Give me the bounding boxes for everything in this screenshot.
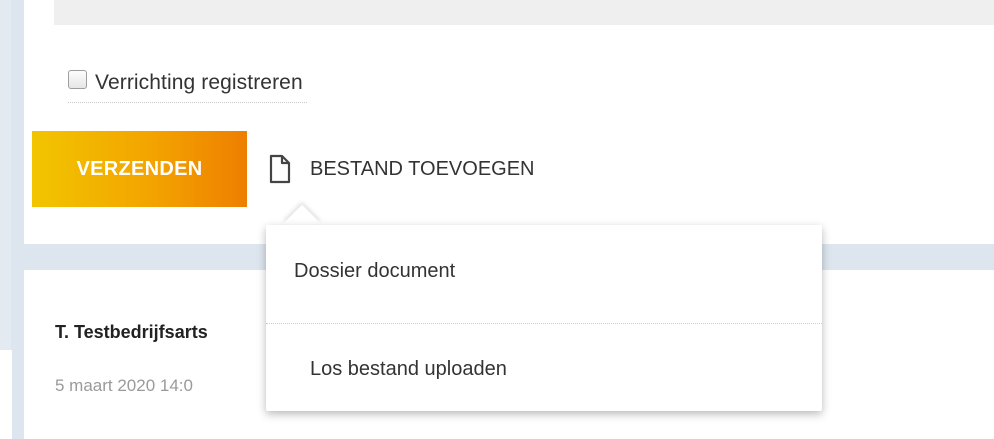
- send-button[interactable]: VERZENDEN: [32, 131, 247, 207]
- register-action-checkbox-row[interactable]: Verrichting registreren: [68, 64, 307, 103]
- message-date: 5 maart 2020 14:0: [55, 376, 193, 395]
- message-author: T. Testbedrijfsarts: [55, 322, 208, 342]
- menu-item-dossier-document[interactable]: Dossier document: [266, 225, 822, 317]
- reply-form-card: Verrichting registreren: [24, 0, 994, 244]
- register-action-label: Verrichting registreren: [95, 71, 303, 94]
- add-file-button[interactable]: BESTAND TOEVOEGEN: [268, 147, 535, 191]
- register-action-checkbox[interactable]: [68, 69, 87, 89]
- add-file-menu: Dossier document Los bestand uploaden: [266, 225, 822, 411]
- left-rail-notch: [0, 350, 12, 439]
- file-icon: [269, 154, 291, 184]
- add-file-label: BESTAND TOEVOEGEN: [310, 157, 535, 180]
- text-area-bottom-edge[interactable]: [54, 0, 994, 25]
- menu-item-upload-file[interactable]: Los bestand uploaden: [266, 323, 822, 415]
